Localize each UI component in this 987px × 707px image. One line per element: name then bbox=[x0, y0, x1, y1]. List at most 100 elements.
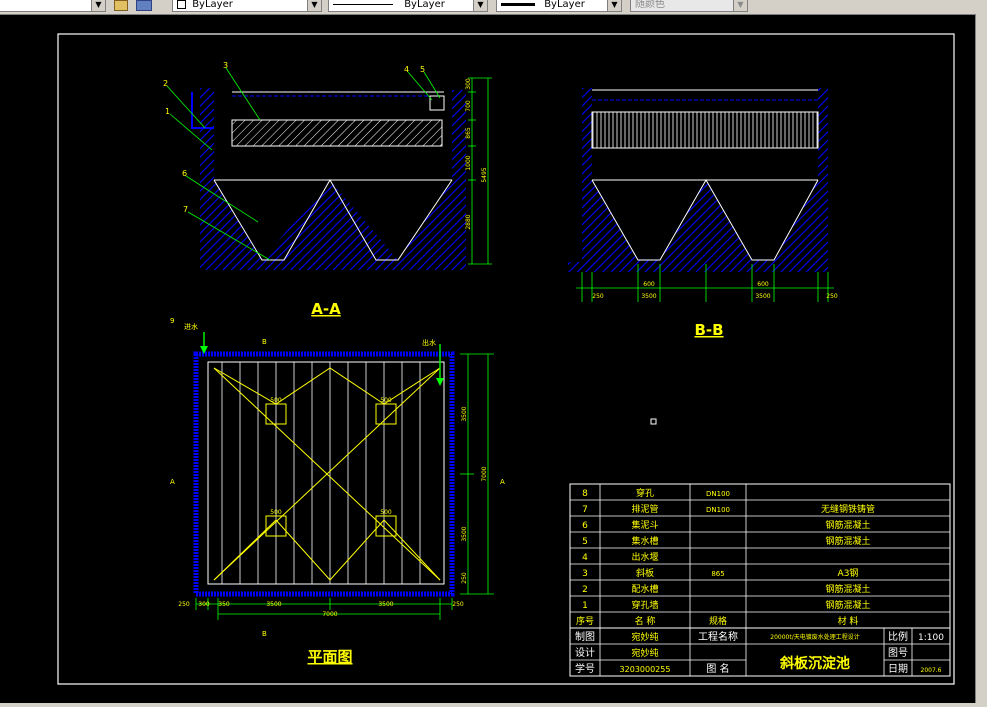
dim-865: 865 bbox=[465, 127, 472, 139]
dim-700: 700 bbox=[465, 100, 472, 112]
outlet-label: 出水 bbox=[422, 338, 436, 347]
row-1-material: 钢筋混凝土 bbox=[825, 599, 870, 611]
section-mark-b-bottom: B bbox=[262, 630, 267, 638]
section-aa-title: A-A bbox=[311, 300, 341, 318]
row-4-no: 4 bbox=[582, 553, 588, 563]
dim-2880: 2880 bbox=[465, 214, 472, 229]
row-5-name: 集水槽 bbox=[631, 535, 658, 547]
dim-plan-3500-right: 3500 bbox=[378, 601, 393, 608]
hopper-size-2: 500 bbox=[380, 397, 392, 404]
row-1-name: 穿孔墙 bbox=[631, 599, 658, 611]
row-5-no: 5 bbox=[582, 537, 588, 547]
date-value: 2007.6 bbox=[921, 667, 942, 674]
hopper-size-4: 500 bbox=[380, 509, 392, 516]
label-student-no: 学号 bbox=[575, 662, 595, 675]
hopper-size-3: 500 bbox=[270, 509, 282, 516]
header-name: 名 称 bbox=[635, 615, 656, 627]
plan-view: 进水 出水 9 B B A A 500 500 500 500 3500 700… bbox=[170, 317, 505, 666]
color-swatch-icon bbox=[177, 0, 186, 9]
parts-table: 8 穿孔 DN100 7 排泥管 DN100 无缝钢铁铸管 6 集泥斗 钢筋混凝… bbox=[569, 483, 951, 629]
row-7-spec: DN100 bbox=[706, 506, 730, 514]
row-3-no: 3 bbox=[582, 569, 588, 579]
dim-plan-right-3500-top: 3500 bbox=[461, 406, 468, 421]
dim-bb-250-left: 250 bbox=[592, 293, 604, 300]
horizontal-scrollbar[interactable] bbox=[0, 703, 976, 707]
dim-1000: 1000 bbox=[465, 155, 472, 170]
title-block: 制图 设计 学号 工程名称 图 名 比例 1:100 图号 日期 宛妙纯 宛妙纯… bbox=[569, 627, 951, 677]
layer-previous-icon[interactable] bbox=[114, 0, 128, 11]
dim-plan-350: 350 bbox=[218, 601, 230, 608]
dim-bb-3500-left: 3500 bbox=[641, 293, 656, 300]
right-wall bbox=[452, 90, 466, 270]
header-material: 材 料 bbox=[838, 615, 859, 627]
chevron-down-icon: ▼ bbox=[733, 0, 747, 11]
dim-bb-600-right: 600 bbox=[757, 281, 769, 288]
section-aa: 2 1 3 4 5 6 7 300 700 865 1000 2880 5495 bbox=[163, 61, 492, 318]
row-2-no: 2 bbox=[582, 585, 588, 595]
dim-bb-250-right: 250 bbox=[826, 293, 838, 300]
linetype-combo[interactable]: ByLayer ▼ bbox=[328, 0, 488, 12]
row-8-name: 穿孔 bbox=[636, 487, 654, 499]
row-3-name: 斜板 bbox=[636, 567, 654, 579]
row-7-material: 无缝钢铁铸管 bbox=[821, 503, 875, 515]
dim-plan-250-right: 250 bbox=[452, 601, 464, 608]
hopper-size-1: 500 bbox=[270, 397, 282, 404]
linetype-sample-icon bbox=[333, 3, 393, 5]
section-mark-a-right: A bbox=[500, 478, 505, 486]
header-no: 序号 bbox=[576, 615, 594, 627]
callout-5: 5 bbox=[420, 65, 425, 74]
row-7-name: 排泥管 bbox=[631, 503, 658, 515]
row-4-name: 出水堰 bbox=[631, 551, 658, 563]
row-8-spec: DN100 bbox=[706, 490, 730, 498]
outlet-arrow-icon bbox=[436, 378, 444, 386]
chevron-down-icon[interactable]: ▼ bbox=[307, 0, 321, 11]
dim-bb-3500-right: 3500 bbox=[755, 293, 770, 300]
label-project: 工程名称 bbox=[698, 630, 738, 643]
cad-drawing-canvas[interactable]: 2 1 3 4 5 6 7 300 700 865 1000 2880 5495 bbox=[0, 14, 976, 703]
designer-value: 宛妙纯 bbox=[631, 647, 658, 659]
row-8-no: 8 bbox=[582, 489, 588, 499]
chevron-down-icon[interactable]: ▼ bbox=[473, 0, 487, 11]
chevron-down-icon[interactable]: ▼ bbox=[607, 0, 621, 11]
dim-plan-right-3500-bottom: 3500 bbox=[461, 526, 468, 541]
cursor-pickbox-icon bbox=[650, 418, 657, 425]
section-bb: 250 600 3500 600 3500 250 B-B bbox=[568, 88, 838, 339]
student-no-value: 3203000255 bbox=[620, 665, 671, 674]
inlet-label: 进水 bbox=[184, 322, 198, 331]
row-6-name: 集泥斗 bbox=[631, 519, 658, 531]
row-2-name: 配水槽 bbox=[631, 583, 658, 595]
label-design: 设计 bbox=[575, 646, 595, 659]
dim-300: 300 bbox=[465, 78, 472, 90]
callout-4: 4 bbox=[404, 65, 409, 74]
dim-plan-250-left: 250 bbox=[178, 601, 190, 608]
dim-total-height: 5495 bbox=[481, 167, 488, 182]
callout-3: 3 bbox=[223, 61, 228, 70]
callout-7: 7 bbox=[183, 205, 188, 214]
label-date: 日期 bbox=[888, 663, 908, 675]
dim-plan-right-250: 250 bbox=[461, 572, 468, 584]
row-6-no: 6 bbox=[582, 521, 588, 531]
section-mark-b-top: B bbox=[262, 338, 267, 346]
vertical-scrollbar[interactable] bbox=[975, 14, 987, 707]
plates-side-view bbox=[591, 111, 819, 149]
color-combo[interactable]: ByLayer ▼ bbox=[172, 0, 322, 12]
properties-toolbar: ▼ ByLayer ▼ ByLayer ▼ ByLayer ▼ 随颜色 ▼ bbox=[0, 0, 987, 15]
drawn-by-value: 宛妙纯 bbox=[631, 631, 658, 643]
inclined-plates bbox=[231, 119, 443, 147]
callout-1: 1 bbox=[165, 107, 170, 116]
scale-value: 1:100 bbox=[918, 633, 944, 643]
layer-stack-icon[interactable] bbox=[136, 0, 152, 11]
dim-plan-7000-total: 7000 bbox=[322, 611, 337, 618]
row-5-material: 钢筋混凝土 bbox=[825, 535, 870, 547]
chevron-down-icon[interactable]: ▼ bbox=[91, 0, 105, 11]
sludge-hoppers bbox=[200, 180, 466, 270]
row-7-no: 7 bbox=[582, 505, 588, 515]
label-sheet: 图号 bbox=[888, 647, 908, 659]
row-3-material: A3钢 bbox=[838, 567, 859, 579]
lineweight-sample-icon bbox=[501, 2, 535, 6]
lineweight-combo[interactable]: ByLayer ▼ bbox=[496, 0, 622, 12]
section-bb-title: B-B bbox=[694, 321, 723, 339]
layer-combo[interactable]: ▼ bbox=[0, 0, 106, 12]
plan-title: 平面图 bbox=[307, 648, 352, 666]
label-drawing-name: 图 名 bbox=[706, 662, 729, 675]
